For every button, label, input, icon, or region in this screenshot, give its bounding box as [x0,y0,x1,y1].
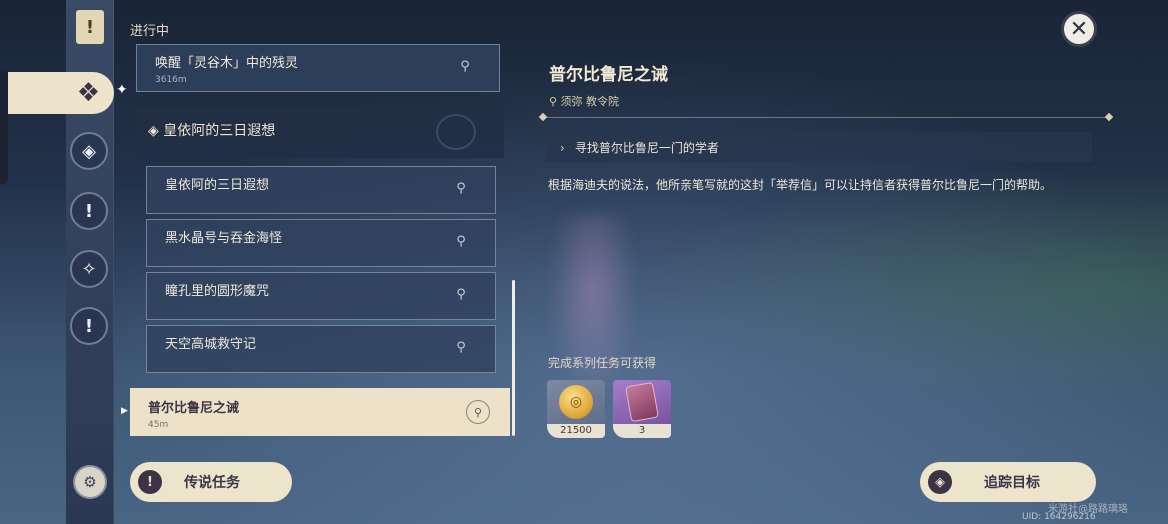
quest-name: 天空高城救守记 [165,337,257,352]
objective-text: 寻找普尔比鲁尼一门的学者 [574,141,719,155]
quest-name: 普尔比鲁尼之诫 [148,401,240,416]
location-pin-icon: ⚲ [456,340,466,355]
quest-name: 唤醒「灵谷木」中的残灵 [155,56,299,71]
diamond-target-icon: ◈ [928,470,952,494]
track-target-button[interactable]: ◈ 追踪目标 [920,462,1096,502]
quest-detail-title: 普尔比鲁尼之诫 [549,65,668,85]
reward-count: 21500 [547,424,605,438]
uid-label: UID: 164296216 [1022,512,1096,522]
quest-distance: 3616m [155,75,187,85]
close-button[interactable]: ✕ [1061,11,1097,47]
category-tab-story[interactable]: ! [70,192,108,230]
legend-quest-button[interactable]: ! 传说任务 [130,462,292,502]
location-text: 须弥 教令院 [560,95,620,108]
settings-icon[interactable]: ⚙ [73,465,107,499]
quest-item[interactable]: 天空高城救守记 ⚲ [146,325,496,373]
location-pin-icon[interactable]: ⚲ [466,400,490,424]
location-pin-icon: ⚲ [456,181,466,196]
exclamation-icon: ! [138,470,162,494]
location-pin-icon: ⚲ [549,95,561,108]
diamond-icon: ◈ [82,140,96,162]
quest-name: 黑水晶号与吞金海怪 [165,231,283,246]
quest-description: 根据海迪夫的说法，他所亲笔写就的这封「举荐信」可以让持信者获得普尔比鲁尼一门的帮… [548,178,1053,192]
reward-title: 完成系列任务可获得 [548,356,657,370]
selected-quest-item[interactable]: 普尔比鲁尼之诫 45m ⚲ [130,388,510,436]
list-section-title: 进行中 [130,24,170,39]
detail-divider [540,117,1112,118]
quest-list: 唤醒「灵谷木」中的残灵 3616m ⚲ ◈ 皇依阿的三日遐想 皇依阿的三日遐想 … [130,44,504,440]
background-character [548,215,638,405]
diamond-bullet-icon: ◈ [148,123,164,139]
reward-mora[interactable]: ◎ 21500 [547,380,605,438]
reward-item[interactable]: 3 [613,380,671,438]
exclamation-icon: ! [84,200,94,222]
close-icon: ✕ [1069,16,1089,42]
quest-item[interactable]: 黑水晶号与吞金海怪 ⚲ [146,219,496,267]
active-indicator-icon: ✦ [116,82,128,98]
quest-objective: › 寻找普尔比鲁尼一门的学者 [546,132,1092,162]
quest-name: 皇依阿的三日遐想 [165,178,270,193]
group-emblem-icon [436,114,476,150]
category-tab-archon[interactable]: ◈ [70,132,108,170]
quest-location: ⚲ 须弥 教令院 [549,93,619,109]
chevron-right-icon: › [560,141,565,155]
quest-book-icon[interactable]: ! [76,10,104,44]
category-tab-all-quests[interactable]: ❖ [8,72,114,114]
track-target-label: 追踪目标 [984,475,1040,491]
star-diamond-icon: ✧ [81,258,97,280]
exclamation-icon: ! [84,315,94,337]
group-title: 皇依阿的三日遐想 [163,123,276,139]
category-tab-commission[interactable]: ! [70,307,108,345]
reward-count: 3 [613,424,671,438]
quest-item[interactable]: 瞳孔里的圆形魔咒 ⚲ [146,272,496,320]
quest-group-header[interactable]: ◈ 皇依阿的三日遐想 [136,106,504,158]
selected-caret-icon: ▶ [121,406,128,416]
quest-item[interactable]: 皇依阿的三日遐想 ⚲ [146,166,496,214]
rail-edge-tab [0,70,8,184]
quest-list-scrollbar[interactable] [512,280,515,436]
diamond-cluster-icon: ❖ [76,78,100,108]
mora-coin-icon: ◎ [559,385,593,419]
book-card-icon [625,381,659,423]
location-pin-icon: ⚲ [456,287,466,302]
location-pin-icon: ⚲ [456,234,466,249]
location-pin-icon: ⚲ [460,59,470,74]
quest-distance: 45m [148,420,169,430]
quest-name: 瞳孔里的圆形魔咒 [165,284,270,299]
legend-quest-label: 传说任务 [184,475,240,491]
quest-item[interactable]: 唤醒「灵谷木」中的残灵 3616m ⚲ [136,44,500,92]
category-tab-world[interactable]: ✧ [70,250,108,288]
